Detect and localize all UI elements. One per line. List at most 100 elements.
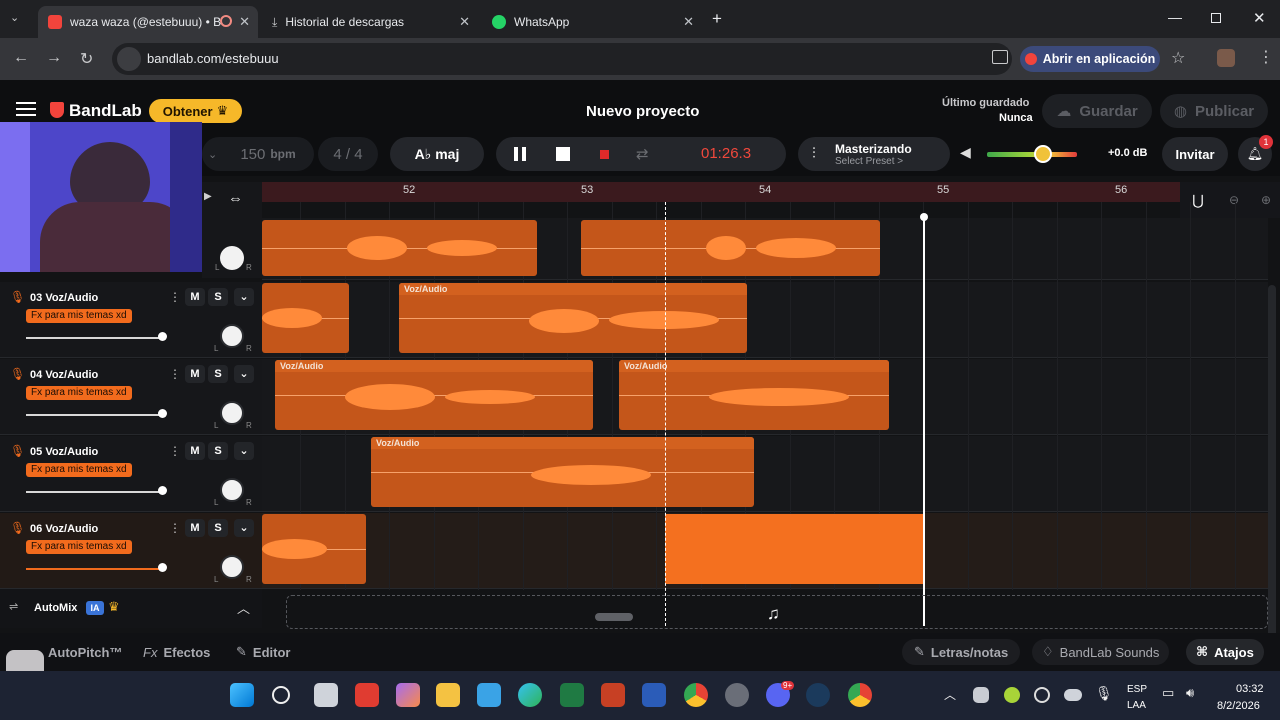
bpm-control[interactable]: ⌄ 150 bpm	[202, 137, 314, 171]
chrome-icon[interactable]	[684, 683, 708, 707]
track-effect-chain[interactable]: Fx para mis temas xd	[26, 386, 132, 400]
close-tab-icon[interactable]: ✕	[459, 14, 470, 30]
clock-date[interactable]: 8/2/2026	[1217, 700, 1260, 712]
solo-button[interactable]: S	[208, 442, 228, 460]
loop-icon[interactable]: ⇄	[636, 145, 649, 163]
wps-office-icon[interactable]	[355, 683, 379, 707]
pan-knob[interactable]	[220, 401, 244, 425]
audio-clip[interactable]	[262, 514, 366, 584]
powerpoint-icon[interactable]	[601, 683, 625, 707]
master-volume-knob[interactable]	[1034, 145, 1052, 163]
track-header[interactable]: 🎙︎ 06 Voz/Audio Fx para mis temas xd ⋮ M S ⌄ L R	[0, 513, 262, 589]
tab-search-chevron-icon[interactable]: ⌄	[10, 11, 19, 24]
audio-clip[interactable]	[262, 220, 537, 276]
collapse-automix-icon[interactable]: ︿	[237, 598, 250, 617]
pan-knob[interactable]	[220, 478, 244, 502]
track-menu-icon[interactable]: ⋮	[169, 521, 181, 535]
track-volume-slider[interactable]	[26, 491, 164, 493]
master-volume-slider[interactable]	[987, 152, 1077, 157]
audio-clip-voz[interactable]: Voz/Audio	[619, 360, 889, 430]
add-track-dropzone[interactable]: ♫	[286, 595, 1268, 629]
tab-whatsapp[interactable]: WhatsApp ✕	[482, 6, 702, 38]
reload-icon[interactable]: ↻	[80, 49, 93, 69]
recording-region[interactable]	[665, 514, 923, 584]
word-icon[interactable]	[642, 683, 666, 707]
forward-icon[interactable]: →	[46, 49, 62, 67]
track-volume-slider[interactable]	[26, 337, 164, 339]
pan-knob[interactable]	[220, 555, 244, 579]
mute-button[interactable]: M	[185, 519, 205, 537]
close-tab-icon[interactable]: ✕	[683, 14, 694, 30]
collapse-arrow-icon[interactable]: ▶	[204, 191, 212, 202]
expand-track-icon[interactable]: ⌄	[234, 519, 254, 537]
chrome-active-icon[interactable]	[848, 683, 872, 707]
close-window-icon[interactable]: ✕	[1253, 9, 1266, 27]
zoom-in-icon[interactable]: ⊕	[1252, 182, 1280, 218]
playhead[interactable]	[665, 202, 666, 626]
pan-knob[interactable]	[220, 324, 244, 348]
snap-magnet-icon[interactable]: ⋃	[1180, 182, 1216, 218]
open-in-app-button[interactable]: Abrir en aplicación	[1020, 46, 1160, 72]
effects-button[interactable]: Fx Efectos	[143, 639, 210, 665]
horizontal-scrollbar[interactable]	[595, 613, 633, 621]
lang-top[interactable]: ESP	[1127, 684, 1147, 695]
clock-time[interactable]: 03:32	[1236, 683, 1264, 695]
tab-bandlab[interactable]: waza waza (@estebuuu) • B ✕	[38, 6, 258, 38]
copilot-icon[interactable]	[396, 683, 420, 707]
mute-button[interactable]: M	[185, 365, 205, 383]
edge-icon[interactable]	[518, 683, 542, 707]
track-effect-chain[interactable]: Fx para mis temas xd	[26, 309, 132, 323]
microsoft-store-icon[interactable]	[477, 683, 501, 707]
start-icon[interactable]	[230, 683, 254, 707]
zoom-out-icon[interactable]: ⊖	[1216, 182, 1252, 218]
track-menu-icon[interactable]: ⋮	[169, 290, 181, 304]
expand-track-icon[interactable]: ⌄	[234, 365, 254, 383]
record-icon[interactable]	[600, 150, 609, 159]
vertical-scrollbar[interactable]	[1268, 285, 1276, 645]
solo-button[interactable]: S	[208, 519, 228, 537]
fit-tracks-icon[interactable]: ⇔	[228, 190, 243, 207]
track-effect-chain[interactable]: Fx para mis temas xd	[26, 463, 132, 477]
minimize-icon[interactable]: —	[1168, 9, 1182, 25]
bandlab-sounds-button[interactable]: ♢ BandLab Sounds	[1032, 639, 1170, 665]
audio-clip[interactable]	[581, 220, 880, 276]
restore-icon[interactable]	[1211, 13, 1221, 23]
time-signature-control[interactable]: 4 / 4	[318, 137, 378, 171]
track-volume-slider[interactable]	[26, 568, 164, 570]
pan-knob[interactable]	[220, 246, 244, 270]
tab-downloads[interactable]: ⤓ Historial de descargas ✕	[262, 6, 478, 38]
track-menu-icon[interactable]: ⋮	[169, 444, 181, 458]
solo-button[interactable]: S	[208, 288, 228, 306]
microphone-icon[interactable]: 🎙︎	[1095, 685, 1113, 702]
onedrive-icon[interactable]	[1064, 689, 1082, 701]
track-volume-handle[interactable]	[158, 563, 167, 572]
lyrics-button[interactable]: ✎ Letras/notas	[902, 639, 1021, 665]
key-control[interactable]: A♭ maj	[390, 137, 484, 171]
hamburger-menu-icon[interactable]	[16, 102, 36, 116]
pause-icon[interactable]	[514, 147, 526, 161]
audio-clip-voz[interactable]: Voz/Audio	[275, 360, 593, 430]
track-header[interactable]: 🎙︎ 05 Voz/Audio Fx para mis temas xd ⋮ M S ⌄ L R	[0, 436, 262, 512]
bookmark-star-icon[interactable]: ☆	[1171, 48, 1185, 68]
steam-icon[interactable]	[806, 683, 830, 707]
chevron-up-icon[interactable]: ︿	[944, 686, 956, 703]
track-menu-icon[interactable]: ⋮	[169, 367, 181, 381]
tray-green-icon[interactable]	[1004, 687, 1020, 703]
browser-menu-icon[interactable]: ⋮	[1258, 47, 1274, 67]
close-tab-icon[interactable]: ✕	[239, 14, 250, 30]
mute-button[interactable]: M	[185, 442, 205, 460]
speaker-mute-icon[interactable]: ◀︎	[960, 144, 971, 161]
new-tab-icon[interactable]: +	[712, 9, 722, 29]
lang-bottom[interactable]: LAA	[1127, 700, 1146, 711]
excel-icon[interactable]	[560, 683, 584, 707]
expand-track-icon[interactable]: ⌄	[234, 288, 254, 306]
project-title[interactable]: Nuevo proyecto	[586, 103, 699, 120]
chrome-profile-icon[interactable]	[725, 683, 749, 707]
task-view-icon[interactable]	[314, 683, 338, 707]
shortcuts-button[interactable]: ⌘ Atajos	[1186, 639, 1264, 665]
network-icon[interactable]: ▭	[1162, 685, 1174, 701]
autopitch-button[interactable]: AutoPitch™	[48, 639, 122, 665]
track-volume-handle[interactable]	[158, 332, 167, 341]
address-bar[interactable]: bandlab.com/estebuuu	[112, 43, 1012, 75]
track-effect-chain[interactable]: Fx para mis temas xd	[26, 540, 132, 554]
